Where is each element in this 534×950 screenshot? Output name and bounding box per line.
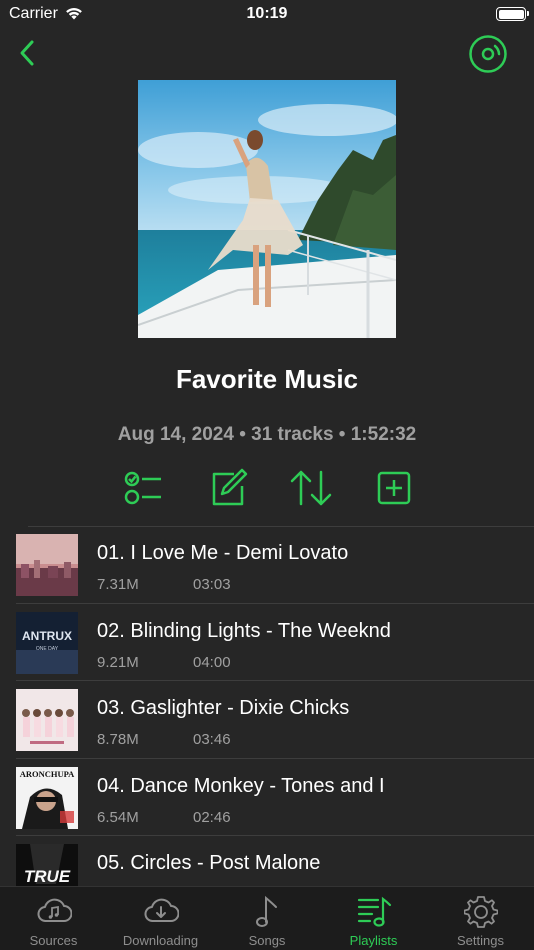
song-title: 05. Circles - Post Malone [97,852,321,874]
album-art-subtext: ONE DAY [36,646,59,652]
song-duration: 04:00 [193,653,231,671]
album-art-text: ARONCHUPA [20,769,75,779]
song-title: 02. Blinding Lights - The Weeknd [97,619,391,642]
playlist-actions [0,466,534,510]
playlist-cover-image [138,80,396,338]
album-art: ANTRUX ONE DAY [16,611,78,674]
tab-playlists[interactable]: Playlists [320,887,427,950]
song-duration: 03:03 [193,576,231,593]
tab-bar: Sources Downloading Songs Playlists Sett… [0,886,534,950]
tab-label: Sources [29,933,78,948]
song-size: 6.54M [97,808,139,826]
song-size: 7.31M [97,576,139,593]
cloud-download-icon [144,898,179,922]
playlist-meta: Aug 14, 2024 • 31 tracks • 1:52:32 [117,424,417,445]
disc-icon[interactable] [468,34,508,74]
song-duration: 03:46 [193,731,231,748]
song-title: 04. Dance Monkey - Tones and I [97,774,385,797]
checklist-icon[interactable] [121,466,165,510]
tab-label: Settings [457,933,504,948]
gear-icon [463,896,498,928]
edit-icon[interactable] [206,466,250,510]
song-size: 8.78M [97,731,139,748]
cloud-music-icon [37,898,72,922]
album-art-text: TRUE [24,867,71,886]
tab-settings[interactable]: Settings [427,887,534,950]
music-note-icon [256,895,277,927]
back-button[interactable] [10,36,44,70]
album-art: ARONCHUPA [16,766,78,829]
playlist-icon [357,896,391,927]
tab-songs[interactable]: Songs [214,887,320,950]
album-art [16,534,78,596]
song-list: 01. I Love Me - Demi Lovato 7.31M 03:03 … [0,526,534,914]
song-row[interactable]: ARONCHUPA 04. Dance Monkey - Tones and I… [0,759,534,837]
sort-icon[interactable] [289,466,333,510]
status-time: 10:19 [246,5,288,22]
tab-label: Downloading [122,933,199,948]
battery-icon [496,7,529,21]
add-icon[interactable] [372,466,416,510]
song-row[interactable]: 03. Gaslighter - Dixie Chicks 8.78M 03:4… [0,681,534,759]
playlist-title: Favorite Music [175,364,359,394]
tab-downloading[interactable]: Downloading [107,887,214,950]
album-art-text: ANTRUX [22,629,72,643]
song-row[interactable]: ANTRUX ONE DAY 02. Blinding Lights - The… [0,604,534,682]
tab-label: Playlists [349,933,398,948]
song-title: 01. I Love Me - Demi Lovato [97,542,349,564]
song-size: 9.21M [97,653,139,671]
album-art [16,689,78,751]
song-row[interactable]: 01. I Love Me - Demi Lovato 7.31M 03:03 [0,526,534,604]
song-title: 03. Gaslighter - Dixie Chicks [97,697,350,719]
status-bar: Carrier 10:19 [0,0,534,30]
chevron-left-icon [20,40,34,66]
tab-sources[interactable]: Sources [0,887,107,950]
tab-label: Songs [248,933,286,948]
song-duration: 02:46 [193,808,231,826]
